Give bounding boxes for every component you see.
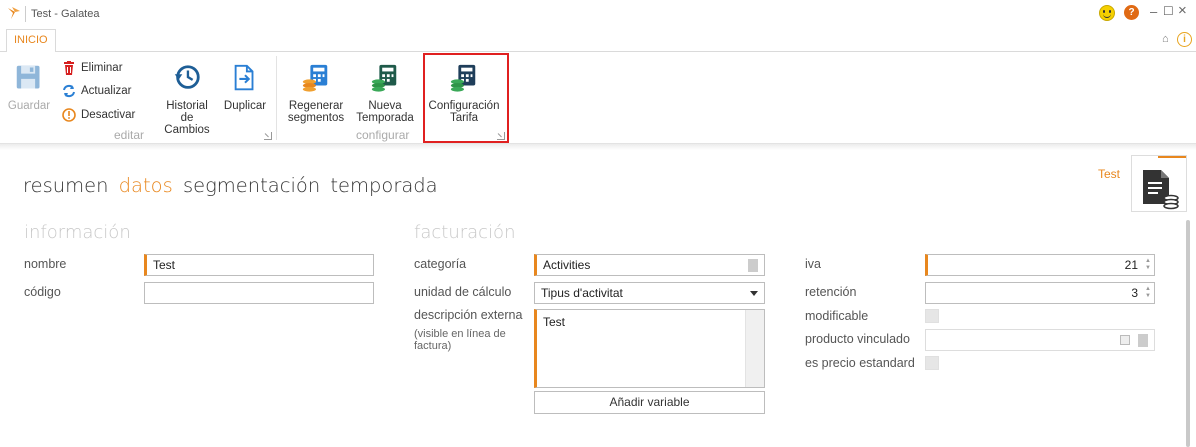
desactivar-button[interactable]: Desactivar <box>62 105 135 125</box>
close-button[interactable]: × <box>1178 2 1187 19</box>
informacion-title: información <box>24 222 131 243</box>
record-card <box>1131 155 1187 212</box>
title-separator <box>25 6 26 22</box>
maximize-button[interactable]: ☐ <box>1163 4 1174 18</box>
history-icon <box>174 65 200 89</box>
record-name: Test <box>1098 167 1121 181</box>
vertical-scrollbar[interactable] <box>1186 220 1190 447</box>
retencion-value: 3 <box>1131 286 1138 300</box>
content-shadow <box>0 144 1196 150</box>
modificable-label: modificable <box>805 309 869 323</box>
editar-launcher-icon[interactable] <box>264 132 272 140</box>
retencion-label: retención <box>805 285 857 299</box>
calculator-coins-icon <box>302 64 328 92</box>
desactivar-label: Desactivar <box>81 109 136 121</box>
historial-label-1: Historial <box>166 100 208 112</box>
title-bar: Test - Galatea ? – ☐ × <box>0 0 1196 28</box>
group-label-editar: editar <box>114 128 145 142</box>
iva-spinner-icon[interactable]: ▲ ▼ <box>1145 258 1151 272</box>
regenerar-label-1: Regenerar <box>288 100 344 112</box>
save-icon <box>16 65 40 89</box>
categoria-value: Activities <box>543 258 591 272</box>
group-label-configurar: configurar <box>356 128 410 142</box>
regenerar-segmentos-button[interactable]: Regenerar segmentos <box>284 63 348 124</box>
producto-input[interactable] <box>925 329 1155 351</box>
nav-datos[interactable]: datos <box>119 174 173 197</box>
unidad-value: Tipus d'activitat <box>541 286 623 300</box>
ribbon-tab-strip: INICIO ⌂ i <box>0 28 1196 53</box>
calculator-coins-green-icon <box>371 64 397 92</box>
collapse-ribbon-icon[interactable]: ⌂ <box>1162 33 1169 45</box>
warning-circle-icon <box>62 108 76 122</box>
categoria-label: categoría <box>414 257 467 271</box>
chevron-down-icon <box>750 291 758 296</box>
nav-resumen[interactable]: resumen <box>23 174 108 197</box>
precio-estandard-checkbox[interactable] <box>925 356 939 370</box>
card-accent <box>1158 156 1186 158</box>
historial-label-2: de Cambios <box>164 112 210 136</box>
tab-inicio[interactable]: INICIO <box>6 29 56 53</box>
facturacion-title: facturación <box>414 222 516 243</box>
galatea-logo-icon <box>8 7 20 19</box>
producto-label: producto vinculado <box>805 332 910 346</box>
descripcion-textarea[interactable]: Test <box>534 309 765 388</box>
highlight-box <box>423 53 509 143</box>
group-separator <box>276 56 277 140</box>
unidad-select[interactable]: Tipus d'activitat <box>534 282 765 304</box>
add-variable-button[interactable]: Añadir variable <box>534 391 765 414</box>
descripcion-sublabel: (visible en línea de factura) <box>414 328 506 352</box>
actualizar-label: Actualizar <box>81 85 132 97</box>
nueva-label-1: Nueva <box>368 100 402 112</box>
window-title: Test - Galatea <box>31 8 100 20</box>
retencion-spinner-icon[interactable]: ▲ ▼ <box>1145 286 1151 300</box>
minimize-button[interactable]: – <box>1150 4 1157 19</box>
unidad-label: unidad de cálculo <box>414 285 512 299</box>
nombre-label: nombre <box>24 257 67 271</box>
card-icon[interactable] <box>1120 335 1130 345</box>
actualizar-button[interactable]: Actualizar <box>62 81 132 101</box>
codigo-input[interactable] <box>144 282 374 304</box>
modificable-checkbox[interactable] <box>925 309 939 323</box>
smiley-icon[interactable] <box>1099 5 1115 21</box>
duplicate-icon <box>234 64 254 91</box>
nombre-input[interactable]: Test <box>144 254 374 276</box>
nueva-temporada-button[interactable]: Nueva Temporada <box>354 63 416 124</box>
nueva-label-2: Temporada <box>356 112 414 124</box>
duplicar-button[interactable]: Duplicar <box>221 63 269 112</box>
iva-input[interactable]: 21 ▲ ▼ <box>925 254 1155 276</box>
nav-temporada[interactable]: temporada <box>330 174 437 197</box>
info-icon[interactable]: i <box>1177 32 1192 47</box>
guardar-label: Guardar <box>7 100 51 112</box>
historial-button[interactable]: Historial de Cambios <box>160 63 214 136</box>
section-nav: resumen datos segmentación temporada <box>23 174 442 197</box>
nav-segmentacion[interactable]: segmentación <box>183 174 320 197</box>
help-icon[interactable]: ? <box>1124 5 1139 20</box>
regenerar-label-2: segmentos <box>287 112 345 124</box>
guardar-button[interactable]: Guardar <box>6 63 52 112</box>
ribbon: Guardar Eliminar Actualizar Desactivar H… <box>0 52 1196 144</box>
trash-icon <box>64 61 74 75</box>
retencion-input[interactable]: 3 ▲ ▼ <box>925 282 1155 304</box>
textarea-scrollbar[interactable] <box>745 310 764 387</box>
descripcion-label: descripción externa <box>414 308 523 322</box>
duplicar-label: Duplicar <box>223 100 267 112</box>
descripcion-value: Test <box>543 315 566 329</box>
refresh-icon <box>63 84 75 98</box>
categoria-picker-icon[interactable] <box>748 259 758 272</box>
codigo-label: código <box>24 285 61 299</box>
precio-estandard-label: es precio estandard <box>805 356 915 370</box>
categoria-input[interactable]: Activities <box>534 254 765 276</box>
eliminar-button[interactable]: Eliminar <box>62 58 123 78</box>
iva-value: 21 <box>1124 258 1138 272</box>
iva-label: iva <box>805 257 821 271</box>
eliminar-label: Eliminar <box>81 62 123 74</box>
document-coins-icon <box>1143 170 1179 210</box>
producto-picker-icon[interactable] <box>1138 334 1148 347</box>
